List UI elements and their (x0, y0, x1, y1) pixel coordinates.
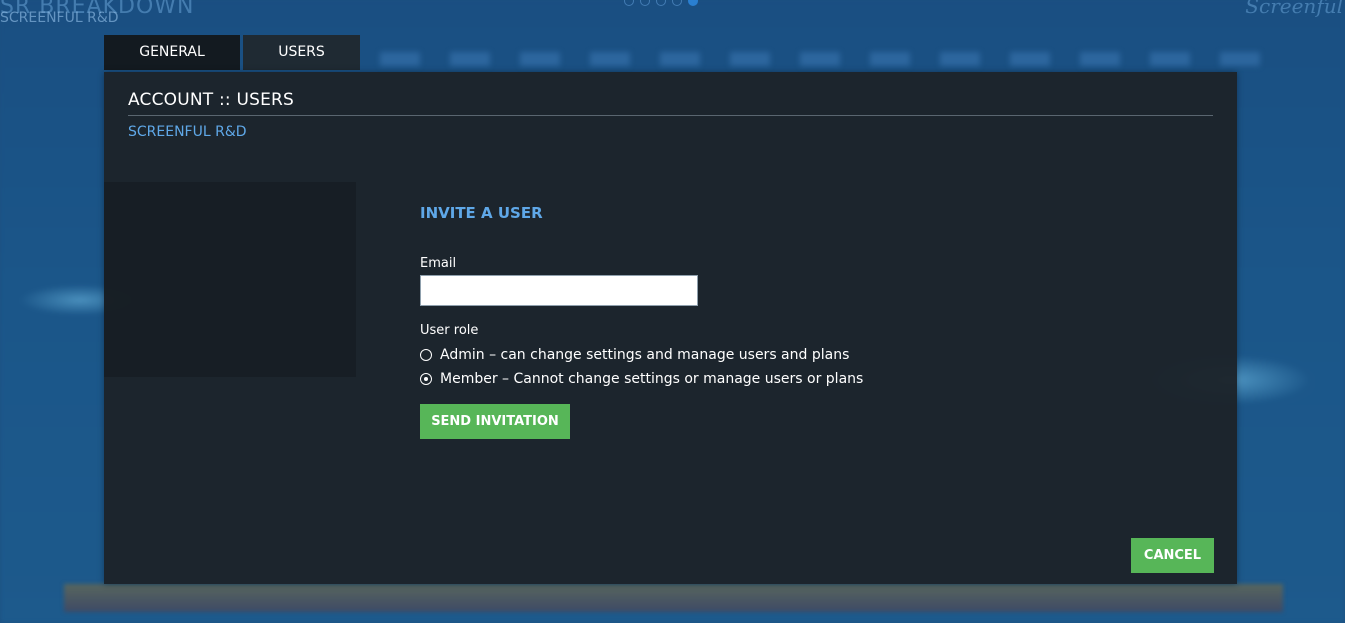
send-invitation-button[interactable]: SEND INVITATION (420, 404, 570, 439)
radio-member[interactable] (420, 373, 432, 385)
role-option-admin-label: Admin – can change settings and manage u… (440, 347, 850, 363)
page-dot-active (688, 0, 698, 6)
email-label: Email (420, 256, 457, 271)
user-role-label: User role (420, 323, 479, 338)
page-dot (640, 0, 650, 6)
page-dot (656, 0, 666, 6)
settings-tabs: GENERAL USERS (104, 35, 360, 70)
email-input[interactable] (420, 275, 698, 306)
background-panel-shadow (104, 182, 356, 377)
role-option-admin[interactable]: Admin – can change settings and manage u… (420, 347, 849, 363)
organization-name: SCREENFUL R&D (128, 124, 247, 140)
page-dot (672, 0, 682, 6)
radio-admin[interactable] (420, 349, 432, 361)
tab-general[interactable]: GENERAL (104, 35, 240, 70)
modal-title: ACCOUNT :: USERS (128, 90, 295, 110)
background-page-dots (624, 0, 698, 6)
role-option-member-label: Member – Cannot change settings or manag… (440, 371, 864, 387)
background-logo: Screenful (1245, 0, 1343, 18)
cancel-button[interactable]: CANCEL (1131, 538, 1214, 573)
background-footer-band (64, 584, 1283, 612)
background-legend (380, 52, 1280, 66)
invite-user-form: INVITE A USER Email User role Admin – ca… (420, 204, 980, 439)
tab-users[interactable]: USERS (243, 35, 360, 70)
background-dashboard-subtitle: SCREENFUL R&D (0, 10, 119, 26)
page-dot (624, 0, 634, 6)
account-users-modal: ACCOUNT :: USERS SCREENFUL R&D INVITE A … (104, 72, 1237, 584)
invite-heading: INVITE A USER (420, 204, 543, 222)
role-option-member[interactable]: Member – Cannot change settings or manag… (420, 371, 863, 387)
modal-divider (128, 115, 1213, 116)
